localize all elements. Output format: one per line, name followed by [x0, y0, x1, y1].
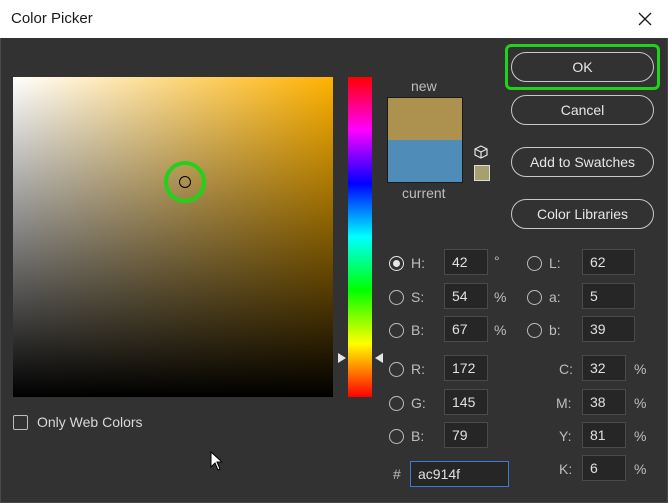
- red-radio[interactable]: [389, 362, 404, 377]
- green-radio[interactable]: [389, 396, 404, 411]
- brightness-unit: %: [494, 322, 507, 338]
- lab-l-radio[interactable]: [527, 256, 542, 271]
- close-icon: [638, 12, 652, 26]
- red-input[interactable]: 172: [444, 355, 488, 381]
- ok-button[interactable]: OK: [511, 52, 654, 82]
- yellow-unit: %: [634, 428, 647, 444]
- lab-l-label: L:: [549, 255, 561, 271]
- mouse-pointer-icon: [210, 451, 224, 471]
- brightness-input[interactable]: 67: [444, 316, 488, 342]
- saturation-label: S:: [411, 289, 425, 305]
- hex-input[interactable]: ac914f: [410, 461, 509, 487]
- new-color-label: new: [411, 78, 437, 94]
- cyan-input[interactable]: 32: [582, 355, 626, 381]
- new-color-swatch: [388, 98, 462, 140]
- blue-input[interactable]: 79: [444, 422, 488, 448]
- hue-input[interactable]: 42: [444, 249, 488, 275]
- black-unit: %: [634, 461, 647, 477]
- lab-b-label: b:: [549, 322, 561, 338]
- blue-radio[interactable]: [389, 429, 404, 444]
- cursor-highlight-ring: [164, 161, 206, 203]
- brightness-label: B:: [411, 322, 425, 338]
- current-color-swatch[interactable]: [388, 140, 462, 182]
- saturation-brightness-field[interactable]: [13, 77, 333, 397]
- only-web-colors-checkbox[interactable]: [13, 415, 28, 430]
- cyan-label: C:: [559, 361, 573, 377]
- lab-b-radio[interactable]: [527, 323, 542, 338]
- title-bar: Color Picker: [0, 0, 668, 38]
- hue-slider-handle-right[interactable]: [375, 353, 383, 363]
- yellow-label: Y:: [559, 428, 572, 444]
- saturation-unit: %: [494, 289, 507, 305]
- web-safe-color-swatch[interactable]: [474, 165, 490, 181]
- color-libraries-button[interactable]: Color Libraries: [511, 199, 654, 229]
- window-title: Color Picker: [11, 10, 93, 27]
- lab-b-input[interactable]: 39: [582, 316, 635, 342]
- hue-unit: °: [494, 253, 500, 269]
- window-border-left: [0, 38, 1, 503]
- lab-a-label: a:: [549, 289, 561, 305]
- cyan-unit: %: [634, 361, 647, 377]
- add-to-swatches-button[interactable]: Add to Swatches: [511, 147, 654, 177]
- gamut-warning-cube-icon[interactable]: [474, 145, 488, 159]
- green-input[interactable]: 145: [444, 389, 488, 415]
- yellow-input[interactable]: 81: [582, 422, 626, 448]
- only-web-colors-label: Only Web Colors: [37, 414, 143, 430]
- green-label: G:: [411, 395, 426, 411]
- lab-a-radio[interactable]: [527, 290, 542, 305]
- black-input[interactable]: 6: [582, 455, 626, 481]
- magenta-input[interactable]: 38: [582, 389, 626, 415]
- brightness-radio[interactable]: [389, 323, 404, 338]
- close-button[interactable]: [622, 0, 668, 38]
- red-label: R:: [411, 361, 425, 377]
- lab-l-input[interactable]: 62: [582, 249, 635, 275]
- hue-radio[interactable]: [389, 256, 404, 271]
- black-label: K:: [559, 461, 573, 477]
- magenta-label: M:: [556, 395, 572, 411]
- magenta-unit: %: [634, 395, 647, 411]
- current-color-label: current: [402, 185, 446, 201]
- saturation-radio[interactable]: [389, 290, 404, 305]
- hue-slider[interactable]: [348, 77, 372, 397]
- hex-label: #: [393, 466, 401, 482]
- saturation-input[interactable]: 54: [444, 283, 488, 309]
- color-picker-dialog: Color Picker new current OK Cancel Add t…: [0, 0, 668, 503]
- blue-label: B:: [411, 428, 425, 444]
- lab-a-input[interactable]: 5: [582, 283, 635, 309]
- hue-slider-handle-left[interactable]: [338, 353, 346, 363]
- cancel-button[interactable]: Cancel: [511, 95, 654, 125]
- hue-label: H:: [411, 255, 425, 271]
